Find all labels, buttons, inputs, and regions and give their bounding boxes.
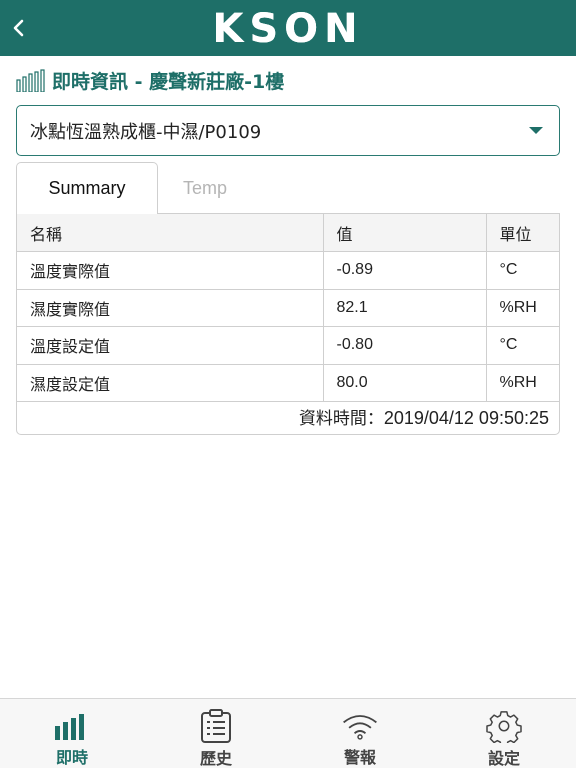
table-row: 溫度實際值 -0.89 °C bbox=[17, 251, 559, 290]
column-header-name: 名稱 bbox=[17, 214, 324, 252]
cell-name: 濕度實際值 bbox=[17, 289, 324, 327]
nav-item-settings[interactable]: 設定 bbox=[432, 699, 576, 768]
device-select-value: 冰點恆溫熟成櫃-中濕/P0109 bbox=[30, 121, 262, 143]
nav-item-history[interactable]: 歷史 bbox=[144, 699, 288, 768]
bottom-nav: 即時 歷史 警報 設定 bbox=[0, 698, 576, 768]
cell-name: 濕度設定值 bbox=[17, 364, 324, 402]
nav-label: 即時 bbox=[55, 748, 88, 767]
column-header-value: 值 bbox=[323, 214, 487, 252]
cell-unit: °C bbox=[486, 251, 559, 290]
bar-chart-icon bbox=[16, 69, 45, 92]
tab-summary[interactable]: Summary bbox=[16, 162, 158, 214]
page-title: 即時資訊 - 慶聲新莊廠-1樓 bbox=[52, 70, 285, 93]
nav-label: 設定 bbox=[487, 749, 520, 768]
column-header-unit: 單位 bbox=[486, 214, 559, 252]
gear-icon bbox=[484, 709, 524, 743]
cell-value: -0.80 bbox=[323, 326, 487, 365]
data-timestamp: 資料時間：2019/04/12 09:50:25 bbox=[17, 402, 559, 434]
bar-chart-icon bbox=[52, 709, 92, 742]
cell-unit: %RH bbox=[486, 289, 559, 327]
timestamp-value: 2019/04/12 09:50:25 bbox=[383, 408, 549, 428]
caret-down-icon bbox=[529, 127, 543, 134]
summary-table: 名稱 值 單位 溫度實際值 -0.89 °C 濕度實際值 82.1 %RH 溫度… bbox=[16, 213, 560, 435]
cell-value: 80.0 bbox=[323, 364, 487, 402]
brand-logo: KSON bbox=[212, 6, 364, 52]
tab-bar: Summary Temp bbox=[16, 162, 560, 214]
cell-value: 82.1 bbox=[323, 289, 487, 327]
table-row: 溫度設定值 -0.80 °C bbox=[17, 326, 559, 365]
page-heading: 即時資訊 - 慶聲新莊廠-1樓 bbox=[16, 66, 284, 94]
tab-temp[interactable]: Temp bbox=[162, 162, 248, 214]
cell-value: -0.89 bbox=[323, 251, 487, 290]
cell-unit: °C bbox=[486, 326, 559, 365]
cell-name: 溫度設定值 bbox=[17, 326, 324, 365]
table-row: 濕度設定值 80.0 %RH bbox=[17, 364, 559, 402]
nav-label: 歷史 bbox=[199, 749, 232, 768]
cell-unit: %RH bbox=[486, 364, 559, 402]
device-select[interactable]: 冰點恆溫熟成櫃-中濕/P0109 bbox=[16, 105, 560, 156]
table-row: 濕度實際值 82.1 %RH bbox=[17, 289, 559, 327]
timestamp-label: 資料時間： bbox=[298, 409, 384, 429]
wifi-signal-icon bbox=[340, 709, 380, 742]
nav-label: 警報 bbox=[343, 748, 376, 767]
cell-name: 溫度實際值 bbox=[17, 251, 324, 290]
nav-item-alarm[interactable]: 警報 bbox=[288, 699, 432, 768]
top-bar: KSON bbox=[0, 0, 576, 56]
nav-item-realtime[interactable]: 即時 bbox=[0, 699, 144, 768]
table-header-row: 名稱 值 單位 bbox=[17, 214, 559, 252]
clipboard-icon bbox=[196, 709, 236, 743]
